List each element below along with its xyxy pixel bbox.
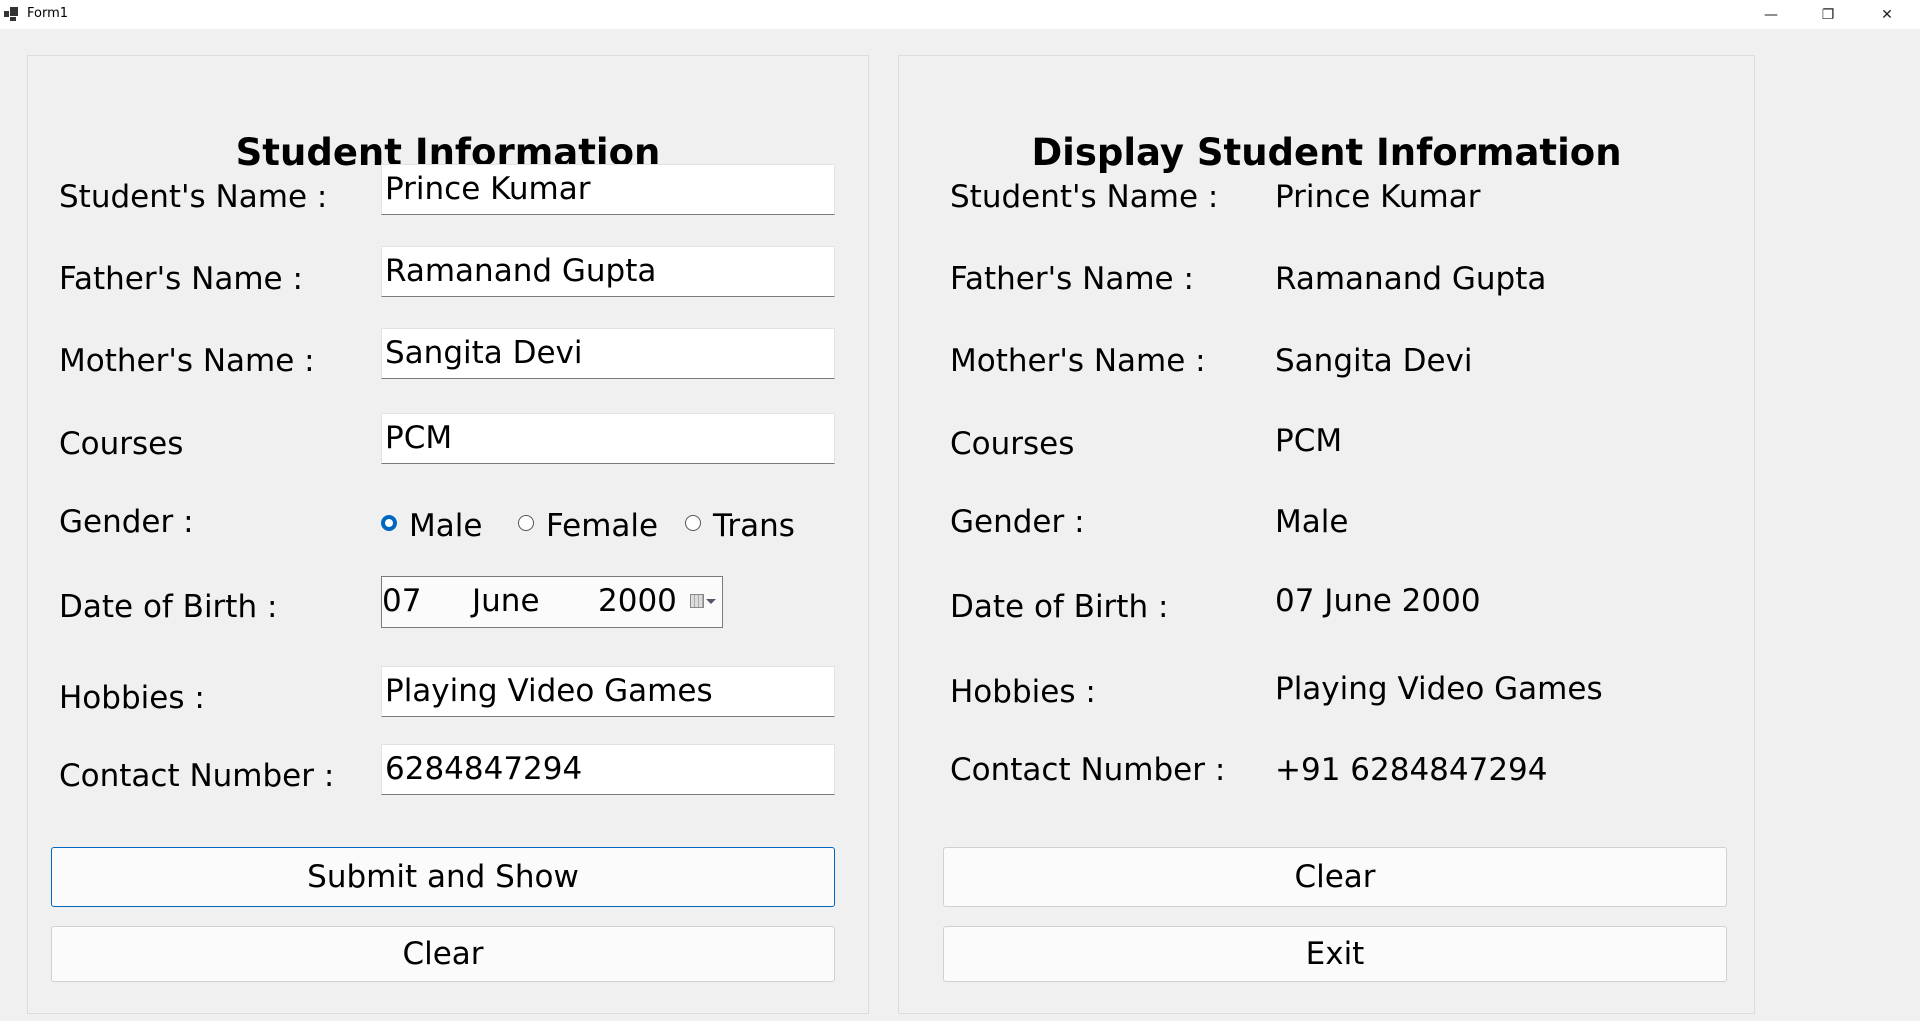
gender-radio-female[interactable]: Female <box>518 508 658 544</box>
display-father-name-label: Father's Name : <box>950 261 1194 297</box>
display-contact-label: Contact Number : <box>950 752 1226 788</box>
calendar-icon[interactable] <box>690 594 704 608</box>
hobbies-input[interactable]: Playing Video Games <box>381 666 835 717</box>
display-hobbies-value: Playing Video Games <box>1275 671 1603 707</box>
courses-label: Courses <box>59 426 184 462</box>
restore-button[interactable]: ❐ <box>1805 0 1851 29</box>
panel-title: Display Student Information <box>1031 131 1622 174</box>
app-icon <box>4 7 18 21</box>
gender-label: Gender : <box>59 504 194 540</box>
mother-name-input[interactable]: Sangita Devi <box>381 328 835 379</box>
close-button[interactable]: ✕ <box>1864 0 1910 29</box>
contact-label: Contact Number : <box>59 758 335 794</box>
dob-day[interactable]: 07 <box>382 583 421 619</box>
exit-button[interactable]: Exit <box>943 926 1727 982</box>
display-courses-label: Courses <box>950 426 1075 462</box>
clear-display-button[interactable]: Clear <box>943 847 1727 907</box>
courses-input[interactable]: PCM <box>381 413 835 464</box>
hobbies-label: Hobbies : <box>59 680 205 716</box>
display-mother-name-value: Sangita Devi <box>1275 343 1473 379</box>
student-name-input[interactable]: Prince Kumar <box>381 164 835 215</box>
gender-radio-trans[interactable]: Trans <box>685 508 795 544</box>
father-name-label: Father's Name : <box>59 261 303 297</box>
student-name-label: Student's Name : <box>59 179 328 215</box>
display-dob-value: 07 June 2000 <box>1275 583 1481 619</box>
display-contact-value: +91 6284847294 <box>1275 752 1548 788</box>
dob-month[interactable]: June <box>472 583 540 619</box>
display-student-name-label: Student's Name : <box>950 179 1219 215</box>
window-title: Form1 <box>27 6 69 21</box>
radio-label: Trans <box>713 508 795 544</box>
radio-label: Male <box>409 508 483 544</box>
radio-checked-icon <box>381 515 397 531</box>
display-courses-value: PCM <box>1275 423 1343 459</box>
display-mother-name-label: Mother's Name : <box>950 343 1206 379</box>
clear-form-button[interactable]: Clear <box>51 926 835 982</box>
radio-unchecked-icon <box>518 515 534 531</box>
title-bar: Form1 — ❐ ✕ <box>0 0 1920 29</box>
mother-name-label: Mother's Name : <box>59 343 315 379</box>
dob-date-picker[interactable]: 07 June 2000 <box>381 576 723 628</box>
display-gender-label: Gender : <box>950 504 1085 540</box>
display-student-name-value: Prince Kumar <box>1275 179 1481 215</box>
radio-unchecked-icon <box>685 515 701 531</box>
contact-input[interactable]: 6284847294 <box>381 744 835 795</box>
dob-label: Date of Birth : <box>59 589 278 625</box>
display-father-name-value: Ramanand Gupta <box>1275 261 1547 297</box>
dropdown-caret-icon[interactable] <box>706 599 716 604</box>
display-hobbies-label: Hobbies : <box>950 674 1096 710</box>
minimize-button[interactable]: — <box>1748 0 1794 29</box>
gender-radio-male[interactable]: Male <box>381 508 482 544</box>
display-gender-value: Male <box>1275 504 1349 540</box>
dob-year[interactable]: 2000 <box>598 583 677 619</box>
submit-and-show-button[interactable]: Submit and Show <box>51 847 835 907</box>
father-name-input[interactable]: Ramanand Gupta <box>381 246 835 297</box>
radio-label: Female <box>546 508 659 544</box>
display-dob-label: Date of Birth : <box>950 589 1169 625</box>
